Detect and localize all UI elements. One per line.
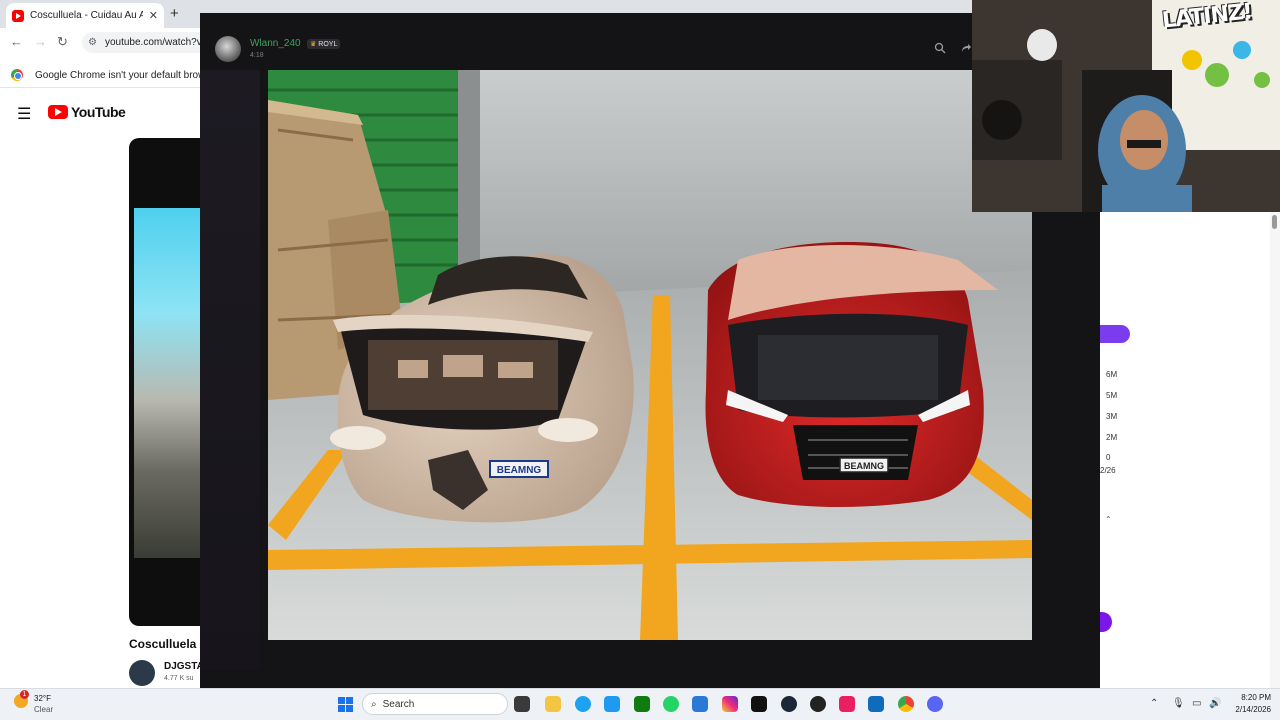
chart-tick-label: 2M [1106, 433, 1118, 442]
chrome-logo-icon [11, 69, 23, 81]
tiktok-icon[interactable] [751, 696, 767, 712]
whatsapp-icon[interactable] [663, 696, 679, 712]
chart-date-label: 2/26 [1100, 466, 1116, 475]
video-title: Cosculluela [129, 637, 197, 651]
monitor-app-icon[interactable] [868, 696, 884, 712]
new-tab-button[interactable]: + [170, 5, 179, 22]
page-scrollbar-thumb[interactable] [1272, 215, 1277, 229]
address-bar-url: youtube.com/watch?v= [104, 37, 208, 48]
youtube-favicon-icon [12, 9, 24, 22]
search-icon: ⌕ [371, 698, 377, 710]
youtube-logo[interactable]: YouTube [48, 104, 126, 120]
clock-time[interactable]: 8:20 PM [1229, 693, 1271, 702]
chart-tick-label: 5M [1106, 391, 1118, 400]
chevron-up-icon[interactable]: ⌃ [1105, 515, 1112, 524]
uploader-badge: ♛ ROYL [307, 39, 341, 49]
youtube-play-icon [48, 105, 68, 119]
plate-right-text: BEAMNG [844, 461, 884, 471]
edge-browser-icon[interactable] [575, 696, 591, 712]
app-icon[interactable] [810, 696, 826, 712]
uploader-username[interactable]: Wlann_240 [250, 38, 301, 49]
volume-icon[interactable]: 🔊 [1209, 698, 1221, 709]
twitter-icon[interactable] [604, 696, 620, 712]
share-icon[interactable] [960, 42, 972, 54]
tray-chevron-icon[interactable]: ⌃ [1150, 698, 1158, 709]
reload-icon[interactable]: ↻ [57, 34, 68, 50]
forward-arrow-icon[interactable]: → [34, 34, 47, 49]
page-scrollbar[interactable] [1270, 212, 1280, 688]
back-arrow-icon[interactable]: ← [10, 34, 23, 49]
upload-timestamp: 4:18 [250, 52, 264, 59]
youtube-side-panel [1100, 212, 1280, 688]
hamburger-menu-icon[interactable]: ☰ [17, 104, 31, 124]
microphone-icon[interactable]: 🎙 [1172, 698, 1185, 709]
windows-start-icon[interactable] [338, 697, 353, 712]
display-icon[interactable]: ▭ [1192, 698, 1201, 709]
weather-temperature[interactable]: 32°F [34, 694, 51, 703]
weather-condition[interactable]: Clear [34, 705, 53, 714]
taskbar-search-label: Search [382, 698, 415, 710]
steam-icon[interactable] [781, 696, 797, 712]
purple-action-button[interactable] [1100, 325, 1130, 343]
channel-subscriber-count: 4.77 K su [164, 675, 194, 682]
uploader-avatar[interactable] [215, 36, 241, 62]
shared-image-car-garage[interactable]: BEAMNG BEAMNG [268, 70, 1032, 640]
channel-avatar[interactable] [129, 660, 155, 686]
video-frame-thumbnail [134, 208, 201, 558]
streamer-webcam [972, 0, 1280, 212]
xbox-icon[interactable] [634, 696, 650, 712]
tiktok-live-icon[interactable] [839, 696, 855, 712]
channel-name[interactable]: DJGSTA [164, 661, 204, 672]
clock-date[interactable]: 2/14/2026 [1221, 705, 1271, 714]
chrome-taskbar-icon[interactable] [898, 696, 914, 712]
chart-tick-label: 3M [1106, 412, 1118, 421]
task-view-icon[interactable] [514, 696, 530, 712]
weather-alert-badge: 1 [20, 690, 29, 699]
tab-close-button[interactable]: ✕ [149, 9, 158, 22]
site-settings-icon[interactable]: ⚙ [88, 37, 97, 48]
zoom-in-icon[interactable] [934, 42, 946, 54]
browser-tab-active[interactable]: Cosculluela - Cuidau Au Au (Official ✕ [6, 3, 164, 28]
file-explorer-icon[interactable] [545, 696, 561, 712]
dimmed-chat-list [200, 70, 260, 670]
youtube-logo-text: YouTube [71, 104, 126, 120]
badge-crown-icon: ♛ [310, 41, 317, 48]
store-icon[interactable] [692, 696, 708, 712]
badge-label: ROYL [318, 40, 338, 48]
taskbar-search-box[interactable]: ⌕ Search [362, 693, 508, 715]
chart-tick-label: 6M [1106, 370, 1118, 379]
chart-tick-label: 0 [1106, 453, 1111, 462]
infobar-message: Google Chrome isn't your default browser [35, 70, 220, 81]
youtube-video-player[interactable] [129, 138, 201, 626]
instagram-icon[interactable] [722, 696, 738, 712]
discord-icon[interactable] [927, 696, 943, 712]
plate-left-text: BEAMNG [497, 465, 542, 476]
tab-title: Cosculluela - Cuidau Au Au (Official [30, 10, 143, 21]
